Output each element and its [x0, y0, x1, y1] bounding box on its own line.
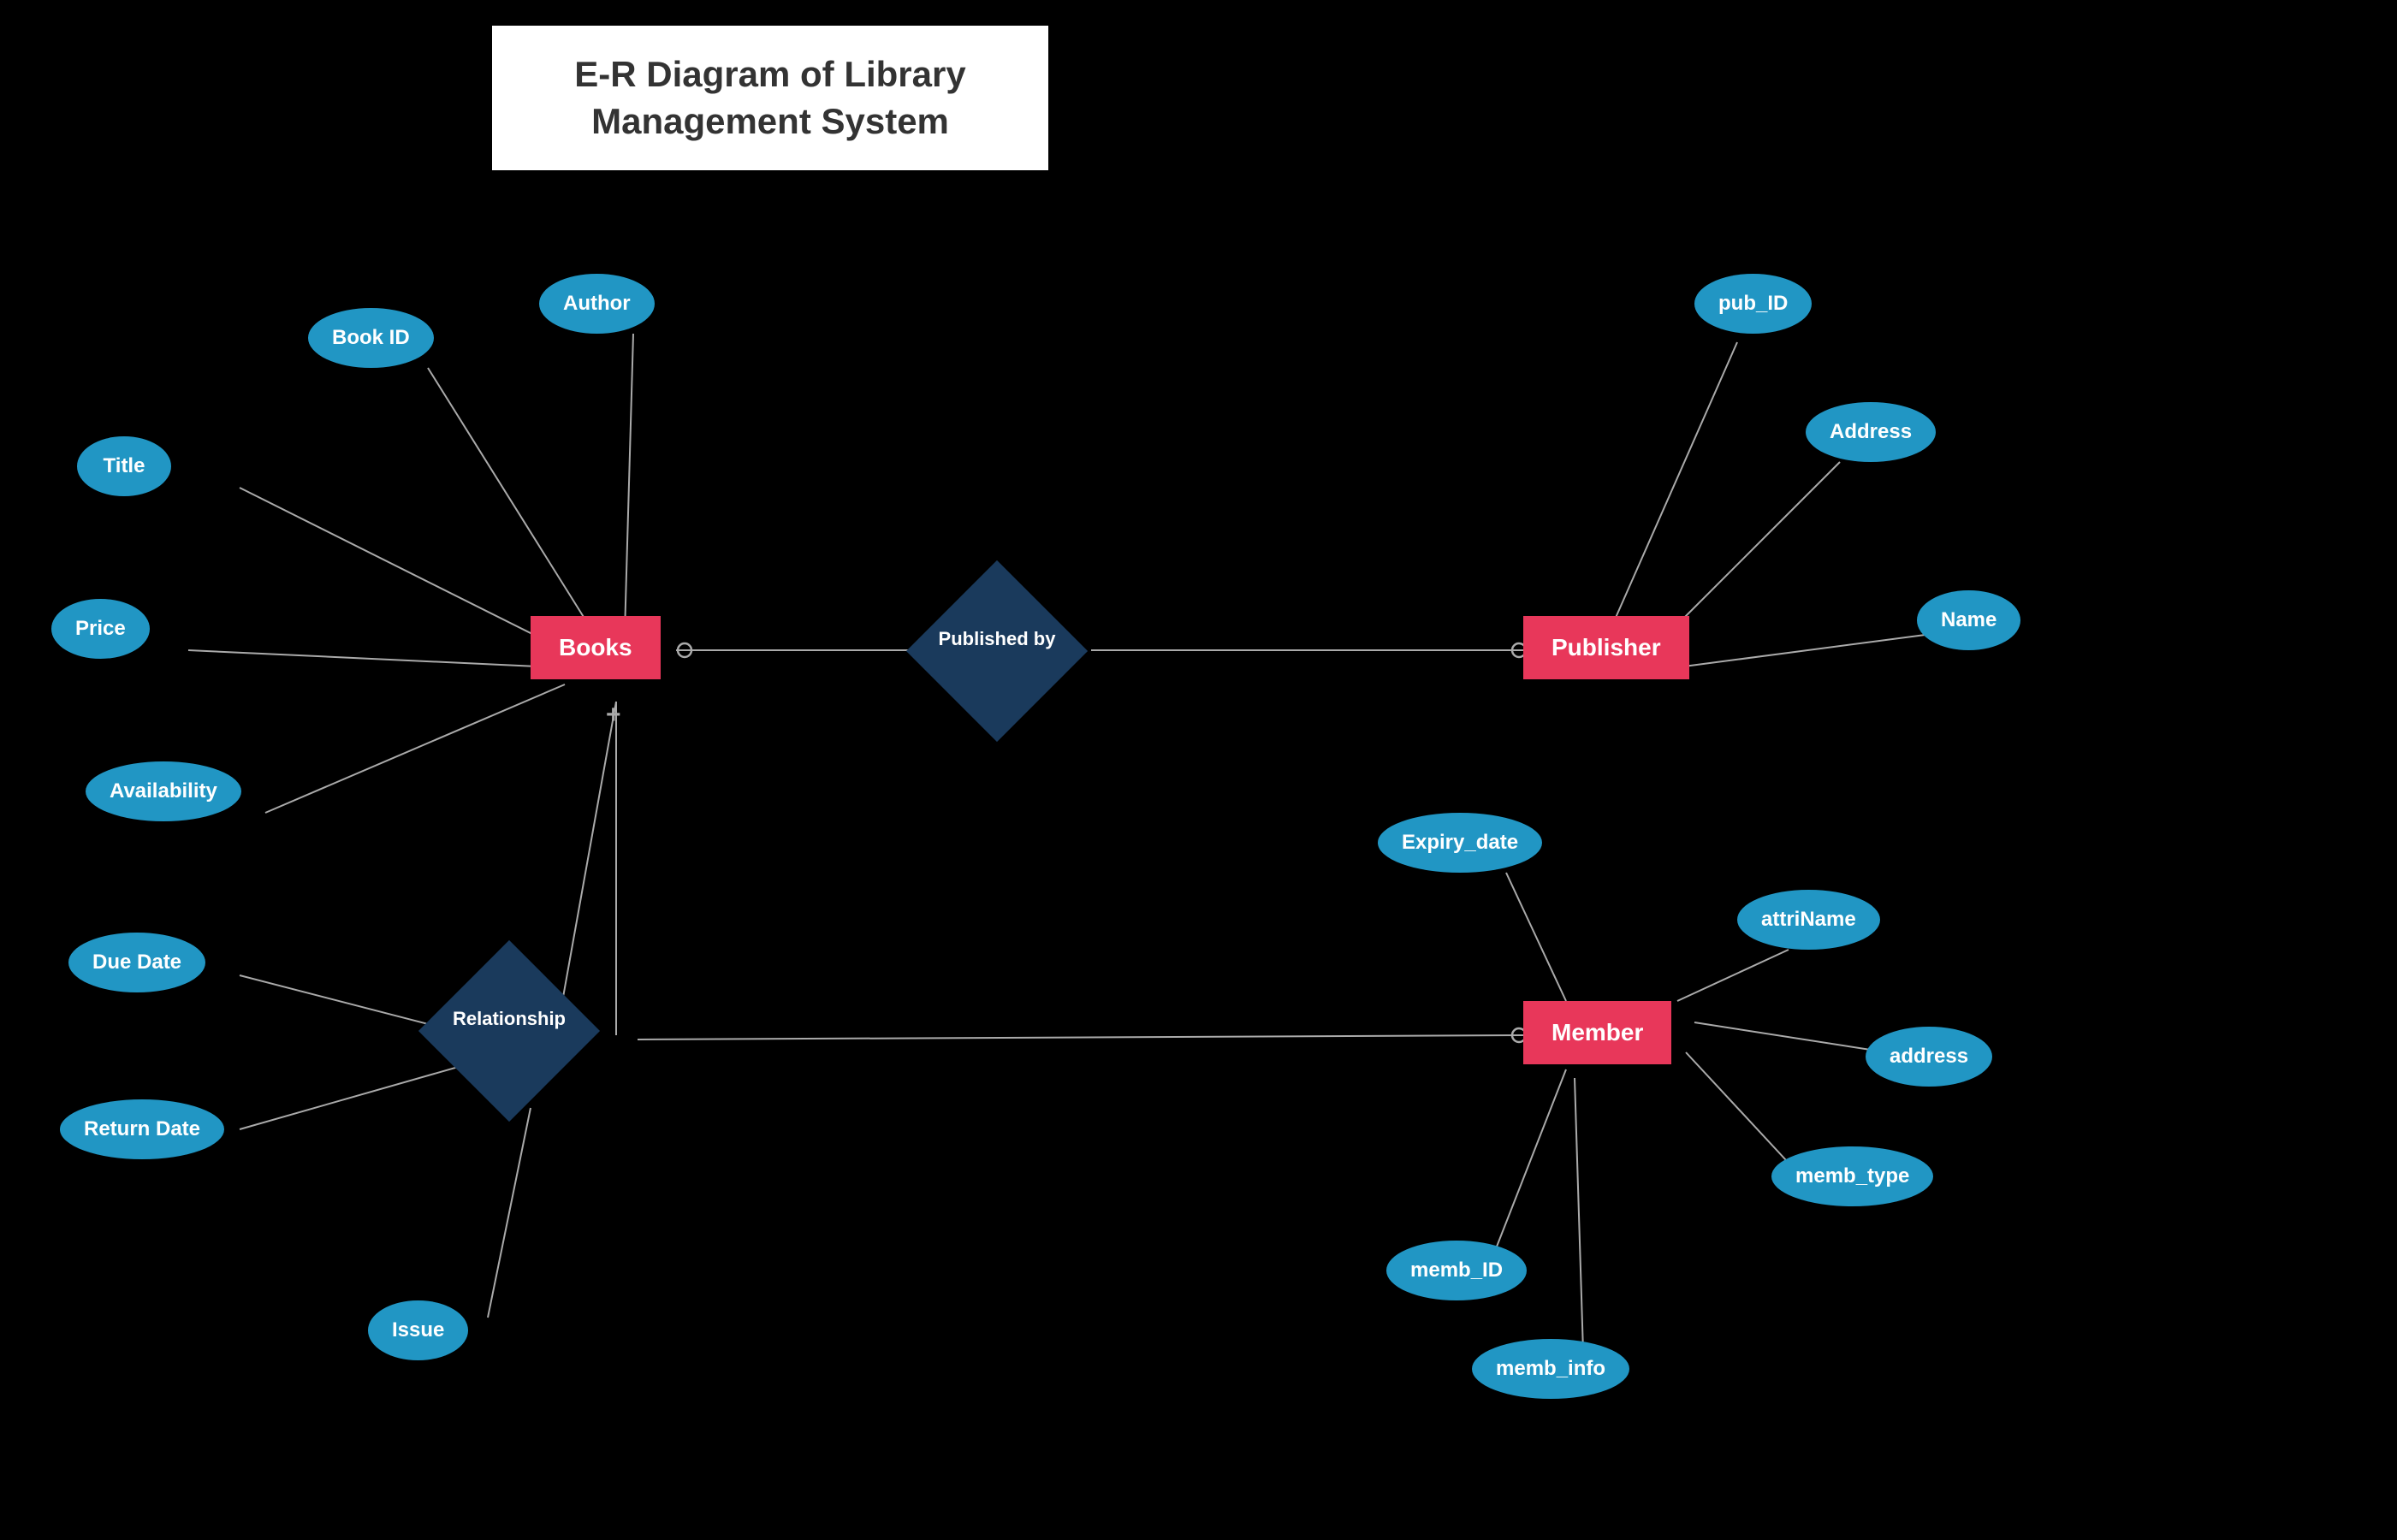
title-box: E-R Diagram of Library Management System	[492, 26, 1048, 170]
attribute-name: Name	[1917, 590, 2020, 650]
attribute-address-publisher: Address	[1806, 402, 1936, 462]
relationship-published-by: Published by	[907, 628, 1087, 650]
svg-text:+: +	[606, 701, 621, 729]
attribute-pub-id: pub_ID	[1694, 274, 1812, 334]
attribute-due-date: Due Date	[68, 933, 205, 992]
attribute-address-member: address	[1866, 1027, 1992, 1087]
attribute-book-id: Book ID	[308, 308, 434, 368]
attribute-author: Author	[539, 274, 655, 334]
relationship-relationship: Relationship	[419, 1008, 599, 1030]
attribute-return-date: Return Date	[60, 1099, 224, 1159]
attribute-memb-info: memb_info	[1472, 1339, 1629, 1399]
attribute-memb-id: memb_ID	[1386, 1241, 1527, 1300]
attribute-availability: Availability	[86, 761, 241, 821]
attribute-expiry-date: Expiry_date	[1378, 813, 1542, 873]
attribute-attri-name: attriName	[1737, 890, 1880, 950]
entity-books: Books	[531, 616, 661, 679]
diagram-title: E-R Diagram of Library Management System	[543, 51, 997, 145]
attribute-price: Price	[51, 599, 150, 659]
entity-publisher: Publisher	[1523, 616, 1689, 679]
attribute-issue: Issue	[368, 1300, 468, 1360]
attribute-title: Title	[77, 436, 171, 496]
entity-member: Member	[1523, 1001, 1671, 1064]
attribute-memb-type: memb_type	[1771, 1146, 1933, 1206]
